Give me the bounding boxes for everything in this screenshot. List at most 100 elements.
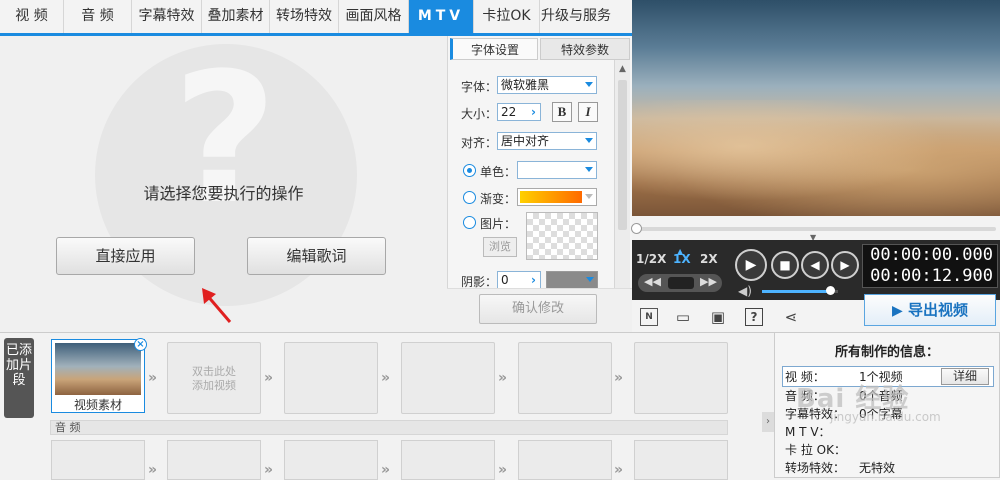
- font-select[interactable]: 微软雅黑: [497, 76, 597, 94]
- help-icon[interactable]: ?: [745, 308, 763, 326]
- size-value: 22: [501, 105, 517, 119]
- audio-slot[interactable]: [518, 440, 612, 480]
- gradient-select[interactable]: [517, 188, 597, 206]
- chevron-right-icon: »: [614, 370, 624, 386]
- tab-audio[interactable]: 音 频: [64, 0, 132, 33]
- chevron-right-icon: »: [614, 462, 624, 478]
- tab-effect-params[interactable]: 特效参数: [540, 38, 630, 60]
- chevron-down-icon: [585, 194, 593, 199]
- tab-subtitle-effects[interactable]: 字幕特效: [132, 0, 202, 33]
- progress-track[interactable]: [636, 227, 996, 231]
- scroll-thumb[interactable]: [618, 80, 627, 230]
- scrub-handle[interactable]: [668, 277, 694, 289]
- speed-2x-button[interactable]: 2X: [700, 252, 718, 266]
- solid-color-radio[interactable]: [463, 164, 476, 177]
- action-prompt: 请选择您要执行的操作: [143, 184, 304, 203]
- audio-slot[interactable]: [401, 440, 495, 480]
- empty-slot[interactable]: [634, 342, 728, 414]
- shadow-color-select[interactable]: [546, 271, 598, 289]
- chevron-right-icon: »: [498, 370, 508, 386]
- info-label: M T V：: [785, 425, 831, 439]
- detail-button[interactable]: 详细: [941, 368, 989, 385]
- gradient-swatch: [520, 191, 582, 203]
- size-input[interactable]: 22 ›: [497, 103, 541, 121]
- panel-scrollbar[interactable]: ▲: [614, 60, 630, 292]
- total-time: 00:00:12.900: [870, 266, 993, 286]
- chevron-right-icon: »: [498, 462, 508, 478]
- align-select[interactable]: 居中对齐: [497, 132, 597, 150]
- info-row-karaoke: 卡 拉 OK：: [785, 441, 995, 459]
- solid-color-select[interactable]: [517, 161, 597, 179]
- tab-picture-style[interactable]: 画面风格: [339, 0, 409, 33]
- add-video-slot[interactable]: 双击此处 添加视频: [167, 342, 261, 414]
- volume-knob[interactable]: [826, 286, 836, 295]
- chevron-down-icon: [585, 167, 593, 172]
- solid-color-label: 单色：: [480, 165, 517, 179]
- confirm-button[interactable]: 确认修改: [479, 294, 597, 324]
- tab-transition[interactable]: 转场特效: [270, 0, 339, 33]
- tab-mtv[interactable]: MTV: [409, 0, 474, 33]
- chevron-right-icon: »: [148, 462, 158, 478]
- browse-button[interactable]: 浏览: [483, 237, 517, 257]
- audio-slot[interactable]: [167, 440, 261, 480]
- bold-button[interactable]: B: [552, 102, 572, 122]
- play-icon[interactable]: ▶: [735, 249, 767, 281]
- shadow-value: 0: [501, 273, 509, 287]
- fast-forward-icon[interactable]: ▶▶: [700, 275, 717, 288]
- save-icon[interactable]: ▣: [709, 308, 727, 326]
- italic-button[interactable]: I: [578, 102, 598, 122]
- arrow-up-icon: [196, 286, 236, 330]
- audio-slot[interactable]: [634, 440, 728, 480]
- chevron-right-icon: »: [381, 370, 391, 386]
- chevron-right-icon: »: [264, 462, 274, 478]
- image-preview: [526, 212, 598, 260]
- empty-slot[interactable]: [401, 342, 495, 414]
- empty-slot[interactable]: [518, 342, 612, 414]
- clip-name: 视频素材: [73, 398, 122, 412]
- close-icon[interactable]: ×: [134, 338, 147, 351]
- chevron-right-icon: ›: [531, 105, 536, 119]
- edit-lyrics-button[interactable]: 编辑歌词: [247, 237, 386, 275]
- audio-slot[interactable]: [51, 440, 145, 480]
- chevron-right-icon: »: [381, 462, 391, 478]
- clip-thumbnail: [55, 343, 141, 395]
- new-icon[interactable]: N: [640, 308, 658, 326]
- apply-button[interactable]: 直接应用: [56, 237, 195, 275]
- scroll-up-icon[interactable]: ▲: [619, 64, 626, 74]
- volume-icon[interactable]: ◀): [738, 284, 752, 298]
- scrub-bar[interactable]: ◀◀ ▶▶: [638, 274, 722, 292]
- progress-knob[interactable]: [631, 223, 642, 234]
- tab-overlay[interactable]: 叠加素材: [202, 0, 270, 33]
- folder-icon[interactable]: ▭: [674, 308, 692, 326]
- video-clip[interactable]: 视频素材 ×: [51, 338, 147, 413]
- empty-slot[interactable]: [284, 342, 378, 414]
- audio-slot[interactable]: [284, 440, 378, 480]
- export-video-button[interactable]: ▶ 导出视频: [864, 294, 996, 326]
- info-row-transition: 转场特效： 无特效: [785, 459, 995, 477]
- align-label: 对齐：: [461, 136, 498, 150]
- gradient-radio[interactable]: [463, 191, 476, 204]
- speed-half-button[interactable]: 1/2X: [636, 252, 666, 266]
- image-radio[interactable]: [463, 216, 476, 229]
- stop-icon[interactable]: ■: [771, 251, 799, 279]
- main-tab-bar: 视 频 音 频 字幕特效 叠加素材 转场特效 画面风格 MTV 卡拉OK 升级与…: [0, 0, 632, 36]
- audio-track-label: 音 频: [50, 420, 728, 435]
- tab-karaoke[interactable]: 卡拉OK: [474, 0, 540, 33]
- progress-area: ▼: [631, 216, 1000, 242]
- share-icon[interactable]: ⋖: [782, 308, 800, 326]
- chevron-right-icon: »: [148, 370, 158, 386]
- tab-font-settings[interactable]: 字体设置: [450, 38, 538, 60]
- rewind-icon[interactable]: ◀◀: [644, 275, 661, 288]
- volume-fill: [762, 290, 831, 293]
- prev-icon[interactable]: ◀: [801, 251, 829, 279]
- export-label: 导出视频: [908, 301, 969, 319]
- shadow-input[interactable]: 0 ›: [497, 271, 541, 289]
- chevron-down-icon: [586, 277, 594, 282]
- tab-video[interactable]: 视 频: [0, 0, 64, 33]
- collapse-handle[interactable]: ›: [762, 412, 774, 432]
- next-icon[interactable]: ▶: [831, 251, 859, 279]
- font-label: 字体：: [461, 80, 498, 94]
- info-label: 卡 拉 OK：: [785, 443, 846, 457]
- tab-upgrade-service[interactable]: 升级与服务: [540, 0, 612, 33]
- info-title: 所有制作的信息：: [834, 345, 939, 360]
